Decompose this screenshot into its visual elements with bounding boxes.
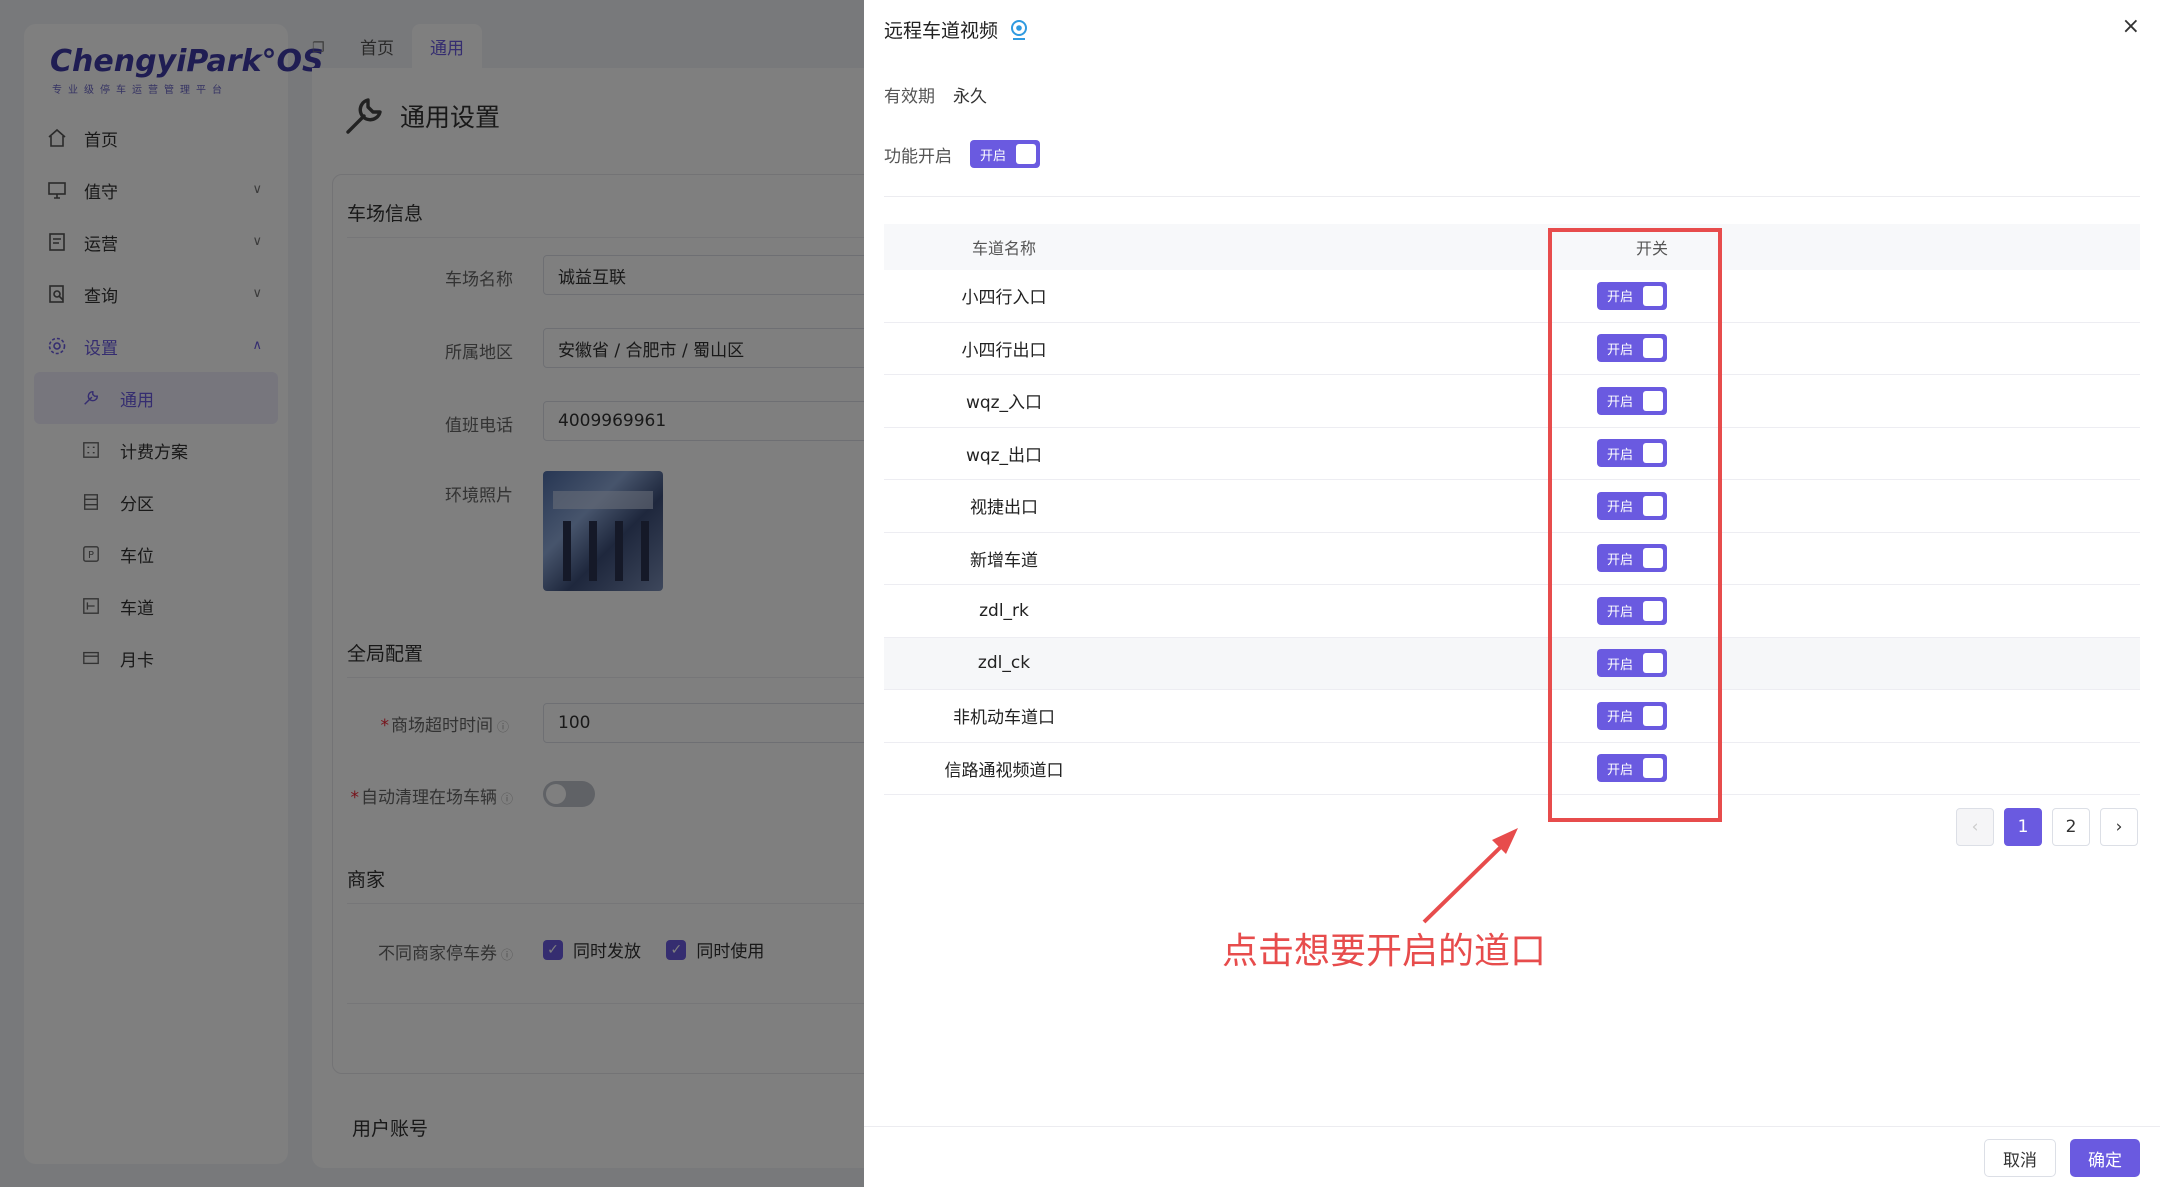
close-icon[interactable]: ×: [2122, 14, 2140, 39]
lane-name: 视捷出口: [970, 498, 1038, 519]
lane-name: 小四行入口: [961, 288, 1047, 309]
drawer-title: 远程车道视频: [884, 20, 999, 42]
table-row: zdl_rk 开启: [884, 585, 2140, 638]
function-row: 功能开启 开启: [884, 140, 1040, 168]
table-row: zdl_ck 开启: [884, 637, 2140, 690]
switch-knob: [1016, 144, 1036, 164]
lane-name: 小四行出口: [961, 340, 1047, 361]
lane-name: zdl_ck: [977, 653, 1031, 674]
column-header-name: 车道名称: [971, 239, 1036, 258]
function-switch[interactable]: 开启: [970, 140, 1040, 168]
lane-name: 新增车道: [970, 550, 1038, 571]
validity-label: 有效期: [884, 87, 935, 107]
table-header: 车道名称 开关: [884, 224, 2140, 270]
annotation-arrow: [1422, 828, 1518, 924]
lane-table: 车道名称 开关 小四行入口 开启 小四行出口 开启 wqz_入口 开启 wqz_出口 开启 视捷…: [884, 224, 2140, 795]
validity-value: 永久: [953, 87, 987, 107]
annotation-highlight-box: [1548, 228, 1722, 822]
table-row: 非机动车道口 开启: [884, 690, 2140, 743]
remote-lane-video-drawer: 远程车道视频 × 有效期 永久 功能开启 开启 车道名称 开关 小四行入口 开启小…: [864, 0, 2160, 1187]
pagination-prev[interactable]: ‹: [1956, 808, 1994, 846]
table-row: 新增车道 开启: [884, 533, 2140, 585]
lane-name: zdl_rk: [979, 600, 1029, 621]
lane-name: wqz_出口: [965, 445, 1043, 466]
table-body: 小四行入口 开启 小四行出口 开启 wqz_入口 开启 wqz_出口 开启 视捷出口 开启 新增车道…: [884, 270, 2140, 795]
cancel-button[interactable]: 取消: [1984, 1139, 2056, 1177]
switch-label: 开启: [980, 148, 1007, 164]
table-row: wqz_入口 开启: [884, 375, 2140, 428]
pagination-next[interactable]: ›: [2100, 808, 2138, 846]
table-row: 视捷出口 开启: [884, 480, 2140, 533]
table-row: 小四行出口 开启: [884, 323, 2140, 375]
table-row: 信路通视频道口 开启: [884, 743, 2140, 795]
divider: [884, 196, 2140, 197]
pagination-page-1[interactable]: 1: [2004, 808, 2042, 846]
table-row: 小四行入口 开启: [884, 270, 2140, 323]
annotation-text: 点击想要开启的道口: [1222, 931, 1547, 972]
drawer-header: 远程车道视频: [884, 16, 1030, 43]
table-row: wqz_出口 开启: [884, 428, 2140, 480]
lane-name: wqz_入口: [965, 393, 1043, 414]
camera-icon: [1008, 19, 1030, 41]
function-label: 功能开启: [884, 146, 952, 167]
pagination: ‹ 1 2 ›: [1946, 808, 2138, 846]
pagination-page-2[interactable]: 2: [2052, 808, 2090, 846]
drawer-footer-divider: [864, 1126, 2160, 1127]
lane-name: 信路通视频道口: [944, 760, 1064, 781]
lane-name: 非机动车道口: [953, 708, 1055, 729]
validity-row: 有效期 永久: [884, 82, 987, 107]
confirm-button[interactable]: 确定: [2070, 1139, 2140, 1177]
